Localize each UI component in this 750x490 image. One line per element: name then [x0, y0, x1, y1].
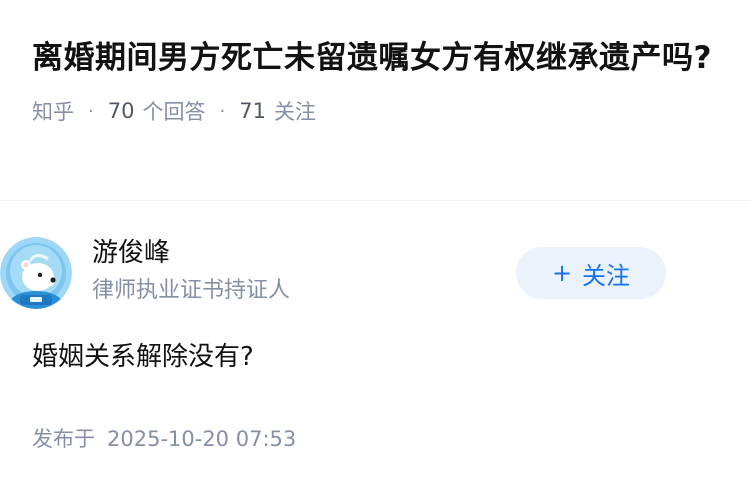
author-row: 游俊峰 律师执业证书持证人 + 关注 — [0, 235, 686, 311]
answer-count-label[interactable]: 个回答 — [142, 96, 205, 126]
meta-separator: · — [88, 100, 94, 122]
meta-separator: · — [219, 100, 226, 122]
publish-timestamp: 2025-10-20 07:53 — [107, 427, 297, 451]
author-badge: 律师执业证书持证人 — [92, 278, 291, 303]
polar-bear-astronaut-avatar-icon — [0, 237, 72, 309]
follow-button[interactable]: + 关注 — [516, 247, 666, 299]
follow-button-label: 关注 — [582, 261, 631, 290]
plus-icon: + — [551, 259, 573, 287]
follower-count-label[interactable]: 关注 — [274, 96, 316, 126]
avatar[interactable] — [0, 237, 72, 309]
source-label[interactable]: 知乎 — [32, 96, 74, 126]
question-meta: 知乎 · 70 个回答 · 71 关注 — [32, 96, 718, 126]
answer-count: 70 — [107, 99, 135, 123]
author-info: 游俊峰 律师执业证书持证人 — [92, 235, 290, 307]
author-name[interactable]: 游俊峰 — [92, 235, 290, 271]
publish-label: 发布于 — [32, 427, 95, 451]
follower-count: 71 — [239, 99, 266, 123]
answer-content[interactable]: 婚姻关系解除没有? — [32, 337, 254, 377]
question-header: 离婚期间男方死亡未留遗嘱女方有权继承遗产吗? 知乎 · 70 个回答 · 71 … — [0, 0, 750, 200]
publish-time: 发布于 2025-10-20 07:53 — [32, 423, 296, 453]
question-title[interactable]: 离婚期间男方死亡未留遗嘱女方有权继承遗产吗? — [32, 34, 718, 82]
answer-card: 游俊峰 律师执业证书持证人 + 关注 婚姻关系解除没有? 发布于 2025-10-… — [0, 201, 750, 490]
